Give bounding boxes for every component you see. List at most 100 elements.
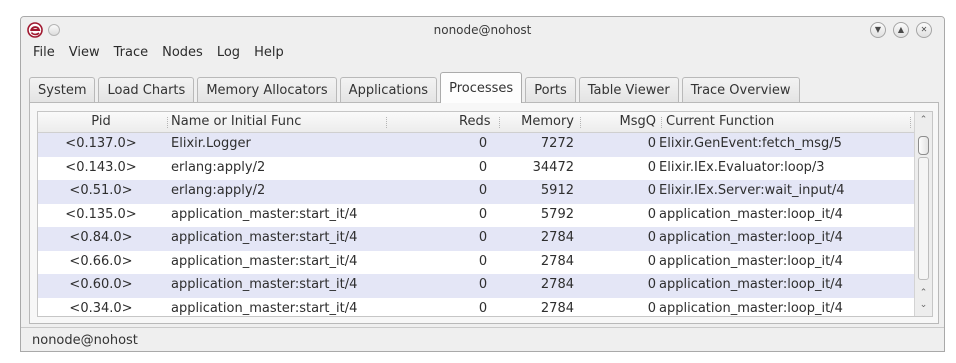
reds-cell: 0 <box>478 230 488 245</box>
menu-trace[interactable]: Trace <box>107 45 156 60</box>
reds-cell: 0 <box>478 136 488 151</box>
observer-window: nonode@nohost ▼ ▲ ✕ File View Trace Node… <box>20 16 945 352</box>
column-header-current-function[interactable]: Current Function <box>666 114 774 129</box>
maximize-icon[interactable]: ▲ <box>893 22 909 38</box>
current-function-cell: application_master:loop_it/4 <box>659 206 843 222</box>
memory-cell: 5912 <box>540 183 574 198</box>
table-row[interactable]: <0.84.0> application_master:start_it/4 0… <box>38 227 915 251</box>
tab-load-charts[interactable]: Load Charts <box>98 77 195 103</box>
menu-help[interactable]: Help <box>247 45 291 60</box>
scrollbar-track[interactable] <box>918 157 929 280</box>
table-body: <0.137.0> Elixir.Logger 0 7272 0 Elixir.… <box>38 133 915 317</box>
msgq-cell: 0 <box>647 277 656 292</box>
msgq-cell: 0 <box>647 136 656 151</box>
name-cell: Elixir.Logger <box>171 136 251 151</box>
msgq-cell: 0 <box>647 230 656 245</box>
window-title: nonode@nohost <box>433 23 532 37</box>
current-function-cell: Elixir.IEx.Evaluator:loop/3 <box>659 159 825 175</box>
title-bar[interactable]: nonode@nohost ▼ ▲ ✕ <box>21 17 944 43</box>
name-cell: erlang:apply/2 <box>171 159 266 175</box>
column-header-reds[interactable]: Reds <box>459 114 490 129</box>
memory-cell: 34472 <box>532 159 574 175</box>
table-row[interactable]: <0.34.0> application_master:start_it/4 0… <box>38 298 915 317</box>
msgq-cell: 0 <box>647 300 656 316</box>
table-row[interactable]: <0.60.0> application_master:start_it/4 0… <box>38 274 915 298</box>
status-text: nonode@nohost <box>32 333 138 348</box>
tab-trace-overview[interactable]: Trace Overview <box>681 77 800 103</box>
msgq-cell: 0 <box>647 253 656 269</box>
menu-nodes[interactable]: Nodes <box>155 45 210 60</box>
processes-panel: Pid Name or Initial Func Reds Memory Msg… <box>29 102 939 324</box>
minimize-icon[interactable]: ▼ <box>870 22 886 38</box>
vertical-scrollbar[interactable]: ⌃ ⌃ ⌄ <box>914 112 932 316</box>
column-separator[interactable] <box>386 117 387 128</box>
memory-cell: 2784 <box>540 253 574 269</box>
current-function-cell: Elixir.GenEvent:fetch_msg/5 <box>659 136 842 151</box>
menu-log[interactable]: Log <box>210 45 247 60</box>
table-row[interactable]: <0.135.0> application_master:start_it/4 … <box>38 204 915 228</box>
reds-cell: 0 <box>478 277 488 292</box>
tab-table-viewer[interactable]: Table Viewer <box>578 77 679 103</box>
status-bar: nonode@nohost <box>21 327 944 351</box>
column-separator[interactable] <box>580 117 581 128</box>
tab-system[interactable]: System <box>29 77 96 103</box>
name-cell: application_master:start_it/4 <box>171 277 358 292</box>
tab-bar: System Load Charts Memory Allocators App… <box>29 70 803 103</box>
msgq-cell: 0 <box>647 206 656 222</box>
tab-processes[interactable]: Processes <box>440 72 523 103</box>
table-row[interactable]: <0.66.0> application_master:start_it/4 0… <box>38 251 915 275</box>
pid-cell: <0.60.0> <box>69 277 133 292</box>
current-function-cell: application_master:loop_it/4 <box>659 300 843 316</box>
column-separator[interactable] <box>167 117 168 128</box>
name-cell: erlang:apply/2 <box>171 183 266 198</box>
name-cell: application_master:start_it/4 <box>171 300 358 316</box>
pid-cell: <0.143.0> <box>65 159 137 175</box>
tab-ports[interactable]: Ports <box>525 77 576 103</box>
column-header-pid[interactable]: Pid <box>46 114 156 129</box>
table-row[interactable]: <0.143.0> erlang:apply/2 0 34472 0 Elixi… <box>38 157 915 181</box>
table-header: Pid Name or Initial Func Reds Memory Msg… <box>38 112 915 133</box>
msgq-cell: 0 <box>647 159 656 175</box>
reds-cell: 0 <box>478 300 488 316</box>
current-function-cell: application_master:loop_it/4 <box>659 253 843 269</box>
name-cell: application_master:start_it/4 <box>171 253 358 269</box>
msgq-cell: 0 <box>647 183 656 198</box>
scroll-down-icon[interactable]: ⌄ <box>915 300 932 310</box>
reds-cell: 0 <box>478 183 488 198</box>
memory-cell: 2784 <box>540 277 574 292</box>
column-separator[interactable] <box>910 117 911 128</box>
menu-file[interactable]: File <box>26 45 62 60</box>
menu-view[interactable]: View <box>62 45 107 60</box>
memory-cell: 5792 <box>540 206 574 222</box>
pid-cell: <0.137.0> <box>65 136 137 151</box>
memory-cell: 2784 <box>540 300 574 316</box>
memory-cell: 7272 <box>540 136 574 151</box>
process-table: Pid Name or Initial Func Reds Memory Msg… <box>37 111 933 317</box>
scroll-up-icon[interactable]: ⌃ <box>915 115 932 125</box>
pid-cell: <0.66.0> <box>69 253 133 269</box>
table-row[interactable]: <0.51.0> erlang:apply/2 0 5912 0 Elixir.… <box>38 180 915 204</box>
current-function-cell: application_master:loop_it/4 <box>659 277 843 292</box>
tab-memory-allocators[interactable]: Memory Allocators <box>197 77 337 103</box>
pid-cell: <0.84.0> <box>69 230 133 245</box>
column-separator[interactable] <box>661 117 662 128</box>
reds-cell: 0 <box>478 253 488 269</box>
column-header-name[interactable]: Name or Initial Func <box>171 114 301 129</box>
scrollbar-thumb[interactable] <box>918 136 929 155</box>
menu-bar: File View Trace Nodes Log Help <box>26 45 291 60</box>
column-header-msgq[interactable]: MsgQ <box>585 114 656 129</box>
current-function-cell: application_master:loop_it/4 <box>659 230 843 245</box>
column-header-memory[interactable]: Memory <box>518 114 574 129</box>
scroll-up-icon[interactable]: ⌃ <box>915 288 932 298</box>
memory-cell: 2784 <box>540 230 574 245</box>
close-icon[interactable]: ✕ <box>916 22 932 38</box>
pid-cell: <0.51.0> <box>69 183 133 198</box>
table-row[interactable]: <0.137.0> Elixir.Logger 0 7272 0 Elixir.… <box>38 133 915 157</box>
reds-cell: 0 <box>478 206 488 222</box>
name-cell: application_master:start_it/4 <box>171 230 358 245</box>
column-separator[interactable] <box>499 117 500 128</box>
current-function-cell: Elixir.IEx.Server:wait_input/4 <box>659 183 845 198</box>
pid-cell: <0.135.0> <box>65 206 137 222</box>
tab-applications[interactable]: Applications <box>339 77 438 103</box>
pid-cell: <0.34.0> <box>69 300 133 316</box>
